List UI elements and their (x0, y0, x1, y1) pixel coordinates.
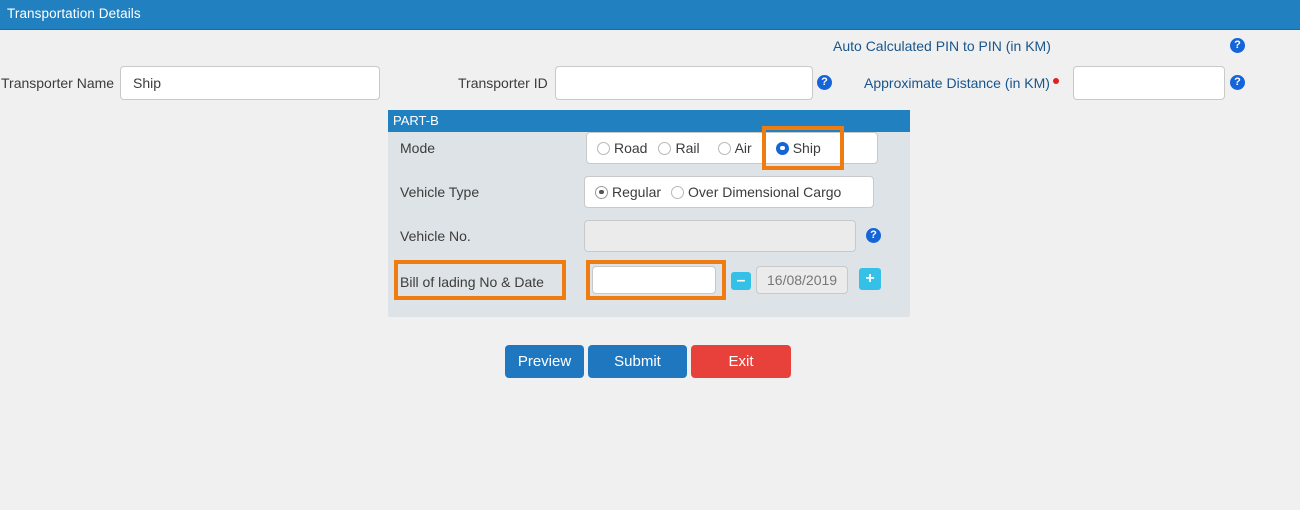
required-indicator-dot (1052, 78, 1059, 84)
help-circle-icon[interactable]: ? (1230, 75, 1245, 90)
vehicle-no-input[interactable] (584, 220, 856, 252)
mode-option-road[interactable]: Road (597, 140, 647, 156)
vehicle-type-option-regular-label: Regular (612, 184, 662, 200)
vehicle-type-label: Vehicle Type (400, 184, 480, 200)
part-b-body: Mode Road Rail Air Ship Vehicle Type Reg… (388, 126, 910, 317)
vehicle-no-label: Vehicle No. (400, 228, 471, 244)
submit-button[interactable]: Submit (588, 345, 687, 378)
bill-of-lading-remove-button[interactable]: – (731, 272, 751, 290)
mode-radio-group: Road Rail Air Ship (586, 132, 878, 164)
bill-of-lading-number-input[interactable] (592, 266, 716, 294)
mode-option-road-label: Road (614, 140, 648, 156)
mode-option-air-label: Air (734, 140, 752, 156)
auto-calculated-pin-label: Auto Calculated PIN to PIN (in KM) (833, 38, 1051, 54)
exit-button[interactable]: Exit (691, 345, 791, 378)
radio-checked-icon (595, 185, 608, 199)
mode-option-rail-label: Rail (675, 140, 700, 156)
mode-option-rail[interactable]: Rail (658, 140, 700, 156)
radio-unchecked-icon (658, 141, 672, 155)
radio-unchecked-icon (597, 141, 610, 155)
vehicle-type-radio-group: Regular Over Dimensional Cargo (584, 176, 874, 208)
vehicle-type-option-odc-label: Over Dimensional Cargo (688, 184, 842, 200)
page-title: Transportation Details (7, 6, 141, 21)
radio-checked-icon (775, 141, 789, 155)
mode-option-air[interactable]: Air (717, 140, 752, 156)
mode-option-ship[interactable]: Ship (775, 140, 821, 156)
mode-label: Mode (400, 140, 436, 156)
bill-of-lading-label: Bill of lading No & Date (400, 274, 544, 290)
vehicle-type-option-regular[interactable]: Regular (595, 184, 661, 200)
window-title-bar: Transportation Details (0, 0, 1300, 30)
radio-unchecked-icon (671, 185, 685, 199)
radio-unchecked-icon (717, 141, 731, 155)
approximate-distance-label: Approximate Distance (in KM) (864, 75, 1059, 91)
part-b-panel: PART-B Mode Road Rail Air Ship Vehicle T… (388, 110, 910, 317)
vehicle-type-option-odc[interactable]: Over Dimensional Cargo (671, 184, 841, 200)
approximate-distance-input[interactable] (1073, 66, 1225, 100)
help-circle-icon[interactable]: ? (817, 75, 832, 90)
bill-of-lading-add-button[interactable]: + (859, 268, 881, 290)
bill-of-lading-date-input[interactable] (756, 266, 848, 294)
part-b-header: PART-B (388, 110, 910, 132)
transporter-id-label: Transporter ID (458, 75, 548, 91)
transporter-id-input[interactable] (555, 66, 813, 100)
help-circle-icon[interactable]: ? (866, 228, 881, 243)
transporter-name-input[interactable] (120, 66, 380, 100)
mode-option-ship-label: Ship (792, 140, 821, 156)
transporter-name-label: Transporter Name (1, 75, 115, 91)
help-circle-icon[interactable]: ? (1230, 38, 1245, 53)
approximate-distance-label-text: Approximate Distance (in KM) (864, 75, 1050, 91)
preview-button[interactable]: Preview (505, 345, 584, 378)
